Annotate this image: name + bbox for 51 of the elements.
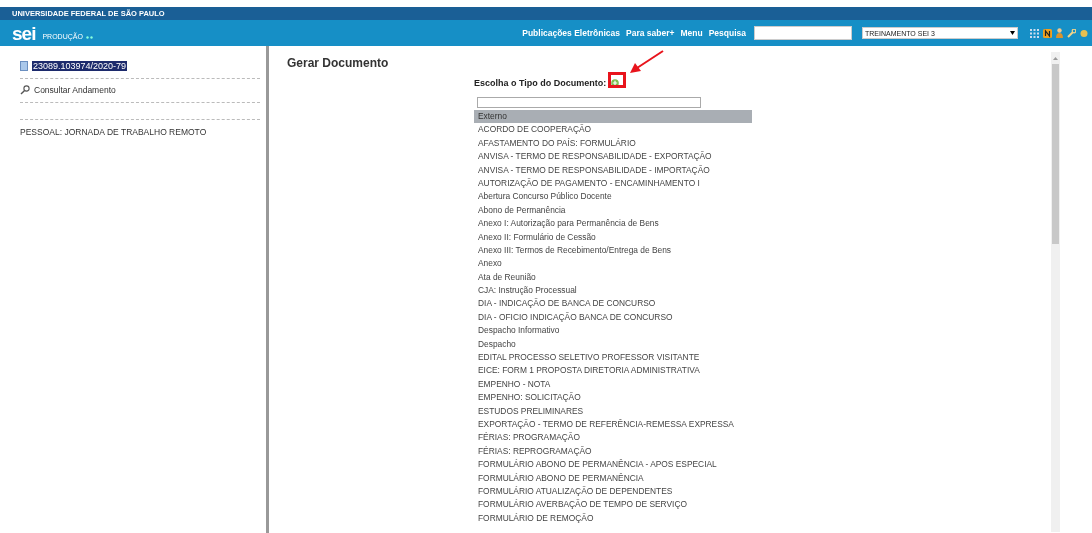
- search-field[interactable]: [754, 26, 852, 40]
- dots-icon: [85, 35, 94, 39]
- sei-logo[interactable]: sei: [12, 23, 36, 43]
- document-type-option[interactable]: EMPENHO: SOLICITAÇÃO: [474, 391, 752, 405]
- document-type-option[interactable]: Anexo II: Formulário de Cessão: [474, 230, 752, 244]
- document-type-option[interactable]: Anexo: [474, 257, 752, 271]
- document-type-option[interactable]: DIA - INDICAÇÃO DE BANCA DE CONCURSO: [474, 297, 752, 311]
- caret-icon[interactable]: [1010, 31, 1015, 35]
- pointer-arrow: [629, 50, 664, 74]
- document-type-option[interactable]: FORMULÁRIO ATUALIZAÇÃO DE DEPENDENTES: [474, 484, 752, 499]
- document-type-option[interactable]: AFASTAMENTO DO PAÍS: FORMULÁRIO: [474, 136, 752, 151]
- document-type-option[interactable]: FÉRIAS: REPROGRAMAÇÃO: [474, 444, 752, 459]
- wrench-icon[interactable]: [1067, 28, 1076, 38]
- magnifier-icon: [20, 85, 30, 95]
- document-type-option[interactable]: Anexo III: Termos de Recebimento/Entrega de Bens: [474, 243, 752, 258]
- document-type-option[interactable]: ANVISA - TERMO DE RESPONSABILIDADE - IMPORTAÇÃO: [474, 163, 752, 177]
- plus-icon[interactable]: [611, 79, 620, 87]
- document-type-option[interactable]: EMPENHO - NOTA: [474, 377, 752, 392]
- filter-field[interactable]: [477, 97, 701, 108]
- document-type-option[interactable]: Anexo I: Autorização para Permanência de Bens: [474, 217, 752, 231]
- document-type-option[interactable]: EICE: FORM 1 PROPOSTA DIRETORIA ADMINISTRATIVA: [474, 364, 752, 378]
- process-number-link[interactable]: 23089.103974/2020-79: [32, 61, 128, 71]
- process-type-text: PESSOAL: JORNADA DE TRABALHO REMOTO: [20, 127, 207, 137]
- nav-link[interactable]: Pesquisa: [708, 28, 746, 38]
- document-type-option[interactable]: EDITAL PROCESSO SELETIVO PROFESSOR VISITANTE: [474, 351, 752, 365]
- document-type-option[interactable]: DIA - OFICIO INDICAÇÃO BANCA DE CONCURSO: [474, 310, 752, 325]
- document-type-option[interactable]: Abertura Concurso Público Docente: [474, 190, 752, 204]
- consult-progress-link[interactable]: Consultar Andamento: [34, 85, 116, 95]
- document-type-option[interactable]: Abono de Permanência: [474, 203, 752, 218]
- nav-link[interactable]: Para saber+: [626, 28, 675, 38]
- document-type-option[interactable]: Ata de Reunião: [474, 270, 752, 285]
- document-type-option[interactable]: FORMULÁRIO ABONO DE PERMANÊNCIA: [474, 471, 752, 485]
- document-type-option[interactable]: Despacho: [474, 337, 752, 352]
- document-type-option[interactable]: Despacho Informativo: [474, 324, 752, 338]
- document-type-option[interactable]: AUTORIZAÇÃO DE PAGAMENTO - ENCAMINHAMENTO I: [474, 176, 752, 191]
- document-type-option[interactable]: ACORDO DE COOPERAÇÃO: [474, 123, 752, 137]
- document-type-option[interactable]: FÉRIAS: PROGRAMAÇÃO: [474, 431, 752, 445]
- notes-icon[interactable]: [1043, 28, 1052, 38]
- prompt-label: Escolha o Tipo do Documento:: [474, 78, 607, 88]
- document-type-option[interactable]: EXPORTAÇÃO - TERMO DE REFERÊNCIA-REMESSA EXPRESSA: [474, 418, 752, 432]
- page-title: Gerar Documento: [287, 56, 389, 70]
- document-type-option[interactable]: FORMULÁRIO AVERBAÇÃO DE TEMPO DE SERVIÇO: [474, 498, 752, 512]
- document-type-option[interactable]: Externo: [474, 110, 752, 124]
- document-type-option[interactable]: ESTUDOS PRELIMINARES: [474, 404, 752, 418]
- document-type-option[interactable]: FORMULÁRIO ABONO DE PERMANÊNCIA - APOS ESPECIAL: [474, 458, 752, 472]
- document-type-option[interactable]: FORMULÁRIO DE REMOÇÃO: [474, 511, 752, 526]
- document-type-option[interactable]: ANVISA - TERMO DE RESPONSABILIDADE - EXPORTAÇÃO: [474, 150, 752, 164]
- document-icon: [20, 61, 28, 71]
- nav-link[interactable]: Publicações Eletrônicas: [522, 28, 620, 38]
- document-type-option[interactable]: CJA: Instrução Processual: [474, 284, 752, 298]
- nav-link[interactable]: Menu: [680, 28, 703, 38]
